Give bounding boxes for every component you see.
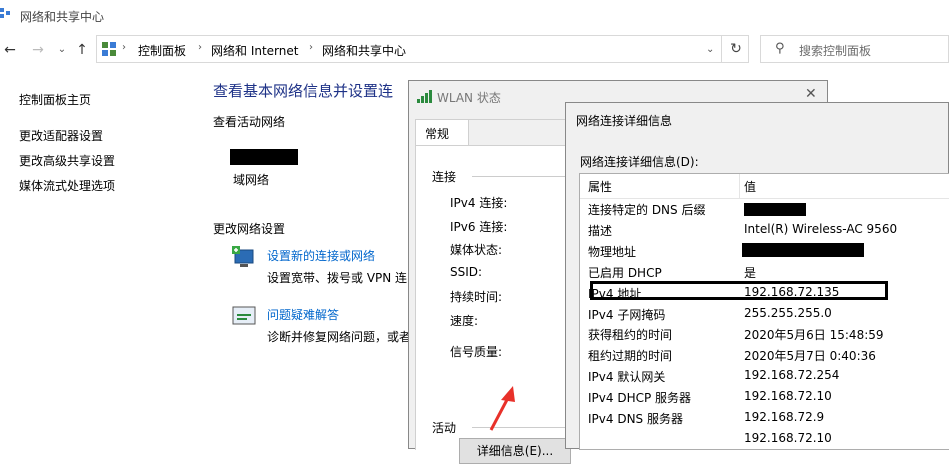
detail-row-value[interactable]: 192.168.72.10 [744, 431, 832, 445]
up-arrow-icon[interactable]: ↑ [74, 41, 90, 59]
new-connection-icon [232, 246, 254, 267]
ipv6-connectivity-label: IPv6 连接: [450, 220, 508, 234]
ssid-label: SSID: [450, 265, 483, 279]
detail-row-value[interactable]: Intel(R) Wireless-AC 9560 [744, 222, 897, 236]
left-link-media-streaming[interactable]: 媒体流式处理选项 [19, 177, 115, 194]
search-box[interactable]: ⚲ 搜索控制面板 [760, 35, 949, 63]
detail-row-value[interactable]: 192.168.72.9 [744, 410, 824, 424]
control-panel-icon [102, 42, 116, 56]
detail-row-value[interactable]: 192.168.72.254 [744, 368, 839, 382]
redacted-dns-suffix [744, 203, 806, 216]
window-title: 网络和共享中心 [20, 10, 105, 24]
ipv4-connectivity-label: IPv4 连接: [450, 196, 508, 210]
details-list-label: 网络连接详细信息(D): [580, 155, 699, 169]
detail-row-property[interactable]: 连接特定的 DNS 后缀 [588, 201, 705, 218]
detail-row-property[interactable]: IPv4 DNS 服务器 [588, 410, 683, 427]
navigation-bar: ← → ⌄ ↑ › 控制面板 › 网络和 Internet › 网络和共享中心 … [0, 32, 949, 68]
redacted-physical-address [742, 243, 864, 257]
left-pane: 控制面板主页 更改适配器设置 更改高级共享设置 媒体流式处理选项 [0, 68, 200, 449]
column-divider[interactable] [739, 174, 740, 198]
media-state-label: 媒体状态: [450, 243, 503, 257]
detail-row-value[interactable]: 2020年5月6日 15:48:59 [744, 326, 884, 343]
details-dialog-title: 网络连接详细信息 [576, 114, 673, 128]
detail-row-property[interactable]: 获得租约的时间 [588, 326, 672, 343]
detail-row-property[interactable]: IPv4 子网掩码 [588, 306, 665, 323]
troubleshoot-link[interactable]: 问题疑难解答 [267, 306, 339, 323]
detail-row-property[interactable]: 已启用 DHCP [588, 264, 662, 281]
detail-row-value[interactable]: 2020年5月7日 0:40:36 [744, 347, 876, 364]
left-link-advanced-sharing[interactable]: 更改高级共享设置 [19, 152, 115, 169]
detail-row-property[interactable]: 租约过期的时间 [588, 347, 672, 364]
page-heading: 查看基本网络信息并设置连 [213, 82, 394, 100]
network-center-icon [0, 8, 10, 18]
highlight-box [590, 281, 888, 300]
troubleshoot-icon [232, 306, 256, 325]
wifi-signal-icon [417, 90, 432, 103]
refresh-icon[interactable]: ↻ [721, 36, 750, 62]
chevron-right-icon[interactable]: › [309, 42, 313, 53]
annotation-arrow [489, 386, 515, 431]
details-button[interactable]: 详细信息(E)... [459, 438, 571, 464]
address-bar[interactable]: › 控制面板 › 网络和 Internet › 网络和共享中心 ⌄ ↻ [96, 35, 749, 63]
setup-connection-link[interactable]: 设置新的连接或网络 [267, 247, 375, 264]
redacted-network-name [230, 149, 298, 165]
breadcrumb-control-panel[interactable]: 控制面板 [138, 42, 186, 59]
details-button-label: 详细信息(E)... [476, 444, 554, 458]
network-type-label: 域网络 [233, 173, 270, 187]
section-divider [472, 176, 572, 177]
detail-row-property[interactable]: 描述 [588, 222, 612, 239]
tab-general[interactable]: 常规 [415, 119, 469, 145]
detail-row-value[interactable]: 255.255.255.0 [744, 306, 832, 320]
duration-label: 持续时间: [450, 290, 503, 304]
address-dropdown-icon[interactable]: ⌄ [706, 44, 714, 55]
network-details-dialog: 网络连接详细信息 网络连接详细信息(D): 属性 值 连接特定的 DNS 后缀描… [565, 102, 949, 450]
recent-dropdown-icon[interactable]: ⌄ [54, 41, 70, 59]
change-settings-label: 更改网络设置 [213, 222, 286, 236]
details-list[interactable]: 属性 值 连接特定的 DNS 后缀 描述 Intel(R) Wireless-AC … [579, 173, 949, 450]
column-property[interactable]: 属性 [588, 178, 612, 195]
connection-section-label: 连接 [432, 170, 457, 184]
chevron-right-icon[interactable]: › [198, 42, 202, 53]
breadcrumb-network-sharing-center[interactable]: 网络和共享中心 [322, 42, 406, 59]
left-link-change-adapter[interactable]: 更改适配器设置 [19, 127, 103, 144]
column-value[interactable]: 值 [744, 178, 756, 195]
chevron-right-icon: › [122, 42, 126, 53]
close-icon[interactable]: ✕ [805, 86, 817, 102]
title-bar: 网络和共享中心 [0, 0, 949, 32]
setup-connection-desc: 设置宽带、拨号或 VPN 连 [267, 271, 408, 285]
activity-section-label: 活动 [432, 421, 457, 435]
forward-arrow-icon[interactable]: → [30, 41, 46, 59]
left-link-control-panel-home[interactable]: 控制面板主页 [19, 91, 91, 108]
search-placeholder: 搜索控制面板 [799, 44, 872, 58]
detail-row-value[interactable]: 192.168.72.10 [744, 389, 832, 403]
detail-row-value[interactable]: 是 [744, 264, 756, 281]
back-arrow-icon[interactable]: ← [2, 41, 18, 59]
breadcrumb-network-internet[interactable]: 网络和 Internet [211, 42, 298, 59]
active-networks-label: 查看活动网络 [213, 115, 286, 129]
wlan-dialog-title: WLAN 状态 [437, 91, 501, 105]
list-header: 属性 值 [580, 174, 949, 199]
detail-row-property[interactable]: IPv4 DHCP 服务器 [588, 389, 691, 406]
signal-quality-label: 信号质量: [450, 345, 503, 359]
troubleshoot-desc: 诊断并修复网络问题，或者 [267, 330, 412, 344]
search-icon: ⚲ [775, 41, 785, 56]
detail-row-property[interactable]: 物理地址 [588, 243, 636, 260]
detail-row-property[interactable]: IPv4 默认网关 [588, 368, 665, 385]
speed-label: 速度: [450, 314, 479, 328]
tab-general-label: 常规 [425, 127, 450, 141]
